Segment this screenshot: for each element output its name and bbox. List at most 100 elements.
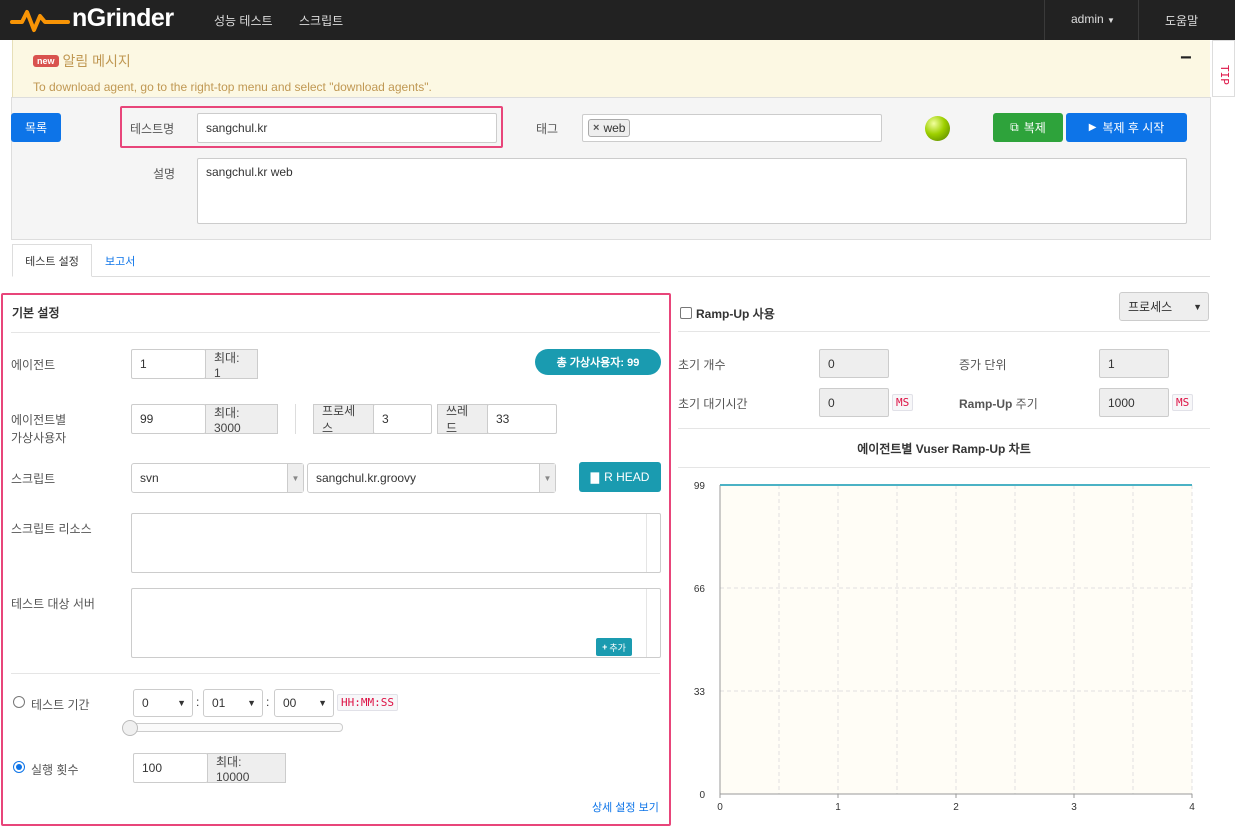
init-sleep-unit: MS: [892, 394, 914, 411]
y-tick-label: 66: [694, 584, 706, 595]
list-button[interactable]: 목록: [11, 113, 61, 142]
x-tick-label: 4: [1189, 802, 1195, 813]
rampup-type-select[interactable]: 프로세스 ▼: [1119, 292, 1209, 321]
thread-input[interactable]: 33: [487, 404, 557, 434]
script-resource-label: 스크립트 리소스: [11, 522, 92, 536]
y-tick-label: 0: [699, 790, 705, 801]
init-sleep-input[interactable]: 0: [819, 388, 889, 417]
script-resource-box[interactable]: [131, 513, 661, 573]
clone-start-button[interactable]: ▶ 복제 후 시작: [1066, 113, 1187, 142]
nav-script[interactable]: 스크립트: [299, 12, 343, 29]
collapse-button[interactable]: −: [1180, 47, 1192, 70]
user-menu[interactable]: admin ▼: [1071, 12, 1115, 26]
process-addon: 프로세스: [313, 404, 374, 435]
alert-title: 알림 메시지: [62, 53, 131, 69]
duration-second-select[interactable]: 00 ▼: [274, 689, 334, 717]
duration-unit: HH:MM:SS: [337, 694, 398, 711]
alert-message: To download agent, go to the right-top m…: [33, 80, 432, 94]
chart-title: 에이전트별 Vuser Ramp-Up 차트: [857, 442, 1031, 456]
section-divider: [11, 673, 660, 674]
clone-button-label: 복제: [1023, 121, 1046, 135]
interval-unit-text: MS: [1172, 394, 1194, 411]
tag-text: web: [603, 121, 626, 135]
duration-second-value: 00: [283, 696, 297, 710]
agent-max-addon: 최대: 1: [205, 349, 258, 380]
description-label: 설명: [153, 167, 176, 181]
vuser-input[interactable]: 99: [131, 404, 206, 434]
tab-test-config[interactable]: 테스트 설정: [12, 244, 92, 277]
test-name-input[interactable]: sangchul.kr: [197, 113, 497, 143]
process-input[interactable]: 3: [373, 404, 432, 434]
nav-perftest[interactable]: 성능 테스트: [214, 12, 273, 29]
increment-label: 증가 단위: [959, 358, 1007, 372]
add-target-button[interactable]: + 추가: [596, 638, 632, 656]
duration-hour-select[interactable]: 0 ▼: [133, 689, 193, 717]
vuser-max-addon: 최대: 3000: [205, 404, 278, 435]
interval-label-bold: Ramp-Up: [959, 397, 1013, 411]
init-count-input[interactable]: 0: [819, 349, 889, 378]
clone-button[interactable]: ⧉ 복제: [993, 113, 1063, 142]
description-textarea[interactable]: sangchul.kr web: [197, 158, 1187, 224]
status-indicator-icon: [925, 116, 950, 141]
duration-minute-select[interactable]: 01 ▼: [203, 689, 263, 717]
dropdown-arrow-icon: ▼: [539, 464, 555, 492]
head-button[interactable]: ▇ R HEAD: [579, 462, 661, 492]
remove-tag-icon[interactable]: ×: [593, 122, 599, 134]
section-divider: [678, 467, 1210, 468]
caret-down-icon: ▼: [1107, 16, 1115, 25]
advanced-settings-link[interactable]: 상세 설정 보기: [592, 799, 659, 815]
scrollbar[interactable]: [646, 514, 660, 572]
plus-icon: +: [602, 642, 608, 652]
duration-label: 테스트 기간: [31, 698, 90, 712]
new-badge: new: [33, 55, 59, 67]
ngrinder-logo-icon[interactable]: [10, 7, 70, 33]
y-tick-label: 33: [694, 687, 706, 698]
rampup-type-value: 프로세스: [1128, 300, 1173, 314]
tab-report[interactable]: 보고서: [105, 253, 135, 269]
run-count-label: 실행 횟수: [31, 763, 79, 777]
interval-input[interactable]: 1000: [1099, 388, 1169, 417]
run-count-max-addon: 최대: 10000: [207, 753, 286, 784]
interval-unit: MS: [1172, 394, 1194, 411]
run-count-input[interactable]: 100: [133, 753, 208, 783]
rampup-enable-label: Ramp-Up 사용: [696, 307, 775, 321]
tip-tab[interactable]: TIP: [1212, 40, 1235, 97]
test-name-label: 테스트명: [130, 122, 175, 136]
init-sleep-unit-text: MS: [892, 394, 914, 411]
head-button-label: R HEAD: [604, 470, 650, 484]
tabs-divider: [92, 276, 1210, 277]
x-tick-label: 2: [953, 802, 959, 813]
file-icon: ▇: [590, 471, 600, 484]
script-file-select[interactable]: sangchul.kr.groovy ▼: [307, 463, 556, 493]
script-label: 스크립트: [11, 472, 56, 486]
nav-divider: [1044, 0, 1045, 40]
tag-input[interactable]: × web: [582, 114, 882, 142]
increment-input[interactable]: 1: [1099, 349, 1169, 378]
run-count-radio[interactable]: [13, 761, 25, 773]
dropdown-arrow-icon: ▼: [287, 464, 303, 492]
duration-hour-value: 0: [142, 696, 149, 710]
section-divider: [11, 332, 660, 333]
tag-chip[interactable]: × web: [588, 119, 631, 137]
scrollbar[interactable]: [646, 589, 660, 657]
alert-box: new 알림 메시지 − To download agent, go to th…: [12, 40, 1210, 97]
time-separator: :: [266, 695, 270, 709]
script-repo-select[interactable]: svn ▼: [131, 463, 304, 493]
section-divider: [678, 331, 1210, 332]
vertical-divider: [295, 404, 296, 434]
play-icon: ▶: [1088, 122, 1097, 133]
x-tick-label: 1: [835, 802, 841, 813]
duration-radio[interactable]: [13, 696, 25, 708]
user-name: admin: [1071, 12, 1104, 26]
app-logo[interactable]: nGrinder: [72, 4, 174, 33]
agent-count-input[interactable]: 1: [131, 349, 206, 379]
x-tick-label: 0: [717, 802, 723, 813]
vuser-label-line2: 가상사용자: [11, 431, 67, 445]
slider-handle[interactable]: [122, 720, 138, 736]
thread-addon: 쓰레드: [437, 404, 488, 435]
help-link[interactable]: 도움말: [1165, 12, 1198, 29]
target-host-box[interactable]: [131, 588, 661, 658]
rampup-checkbox[interactable]: [680, 307, 692, 319]
duration-slider[interactable]: [124, 723, 343, 732]
interval-label: Ramp-Up 주기: [959, 395, 1038, 412]
